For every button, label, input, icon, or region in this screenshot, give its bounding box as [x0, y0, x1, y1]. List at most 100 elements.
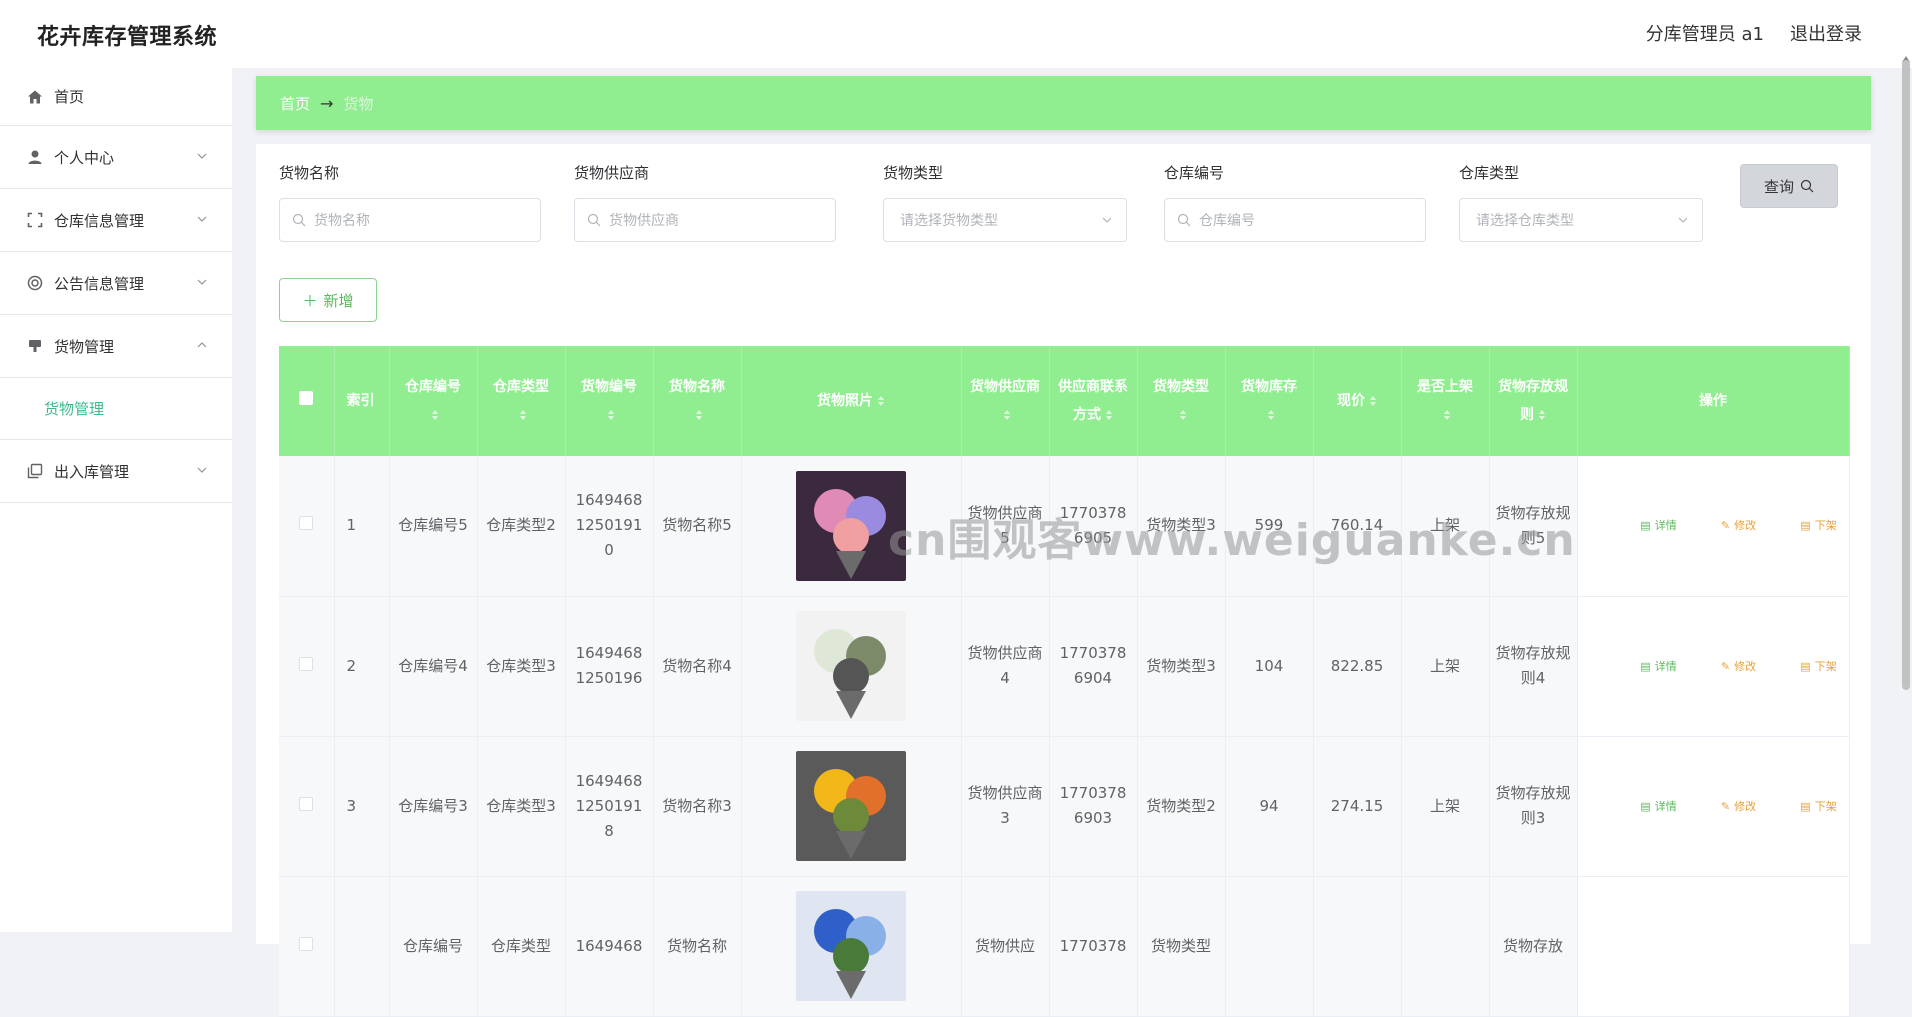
cell-goods-name: 货物名称5: [653, 456, 742, 597]
chevron-down-icon: [1678, 217, 1688, 223]
app-title: 花卉库存管理系统: [37, 25, 218, 50]
cell-goods-photo: [741, 736, 962, 877]
take-off-shelf-button[interactable]: ▤ 下架: [1783, 646, 1843, 686]
flower-bouquet-image[interactable]: [796, 751, 906, 861]
sort-icon: [1444, 410, 1450, 420]
col-header[interactable]: 是否上架: [1401, 346, 1490, 456]
col-header[interactable]: 供应商联系方式: [1049, 346, 1138, 456]
sidebar-item-profile[interactable]: 个人中心: [0, 126, 232, 189]
sort-icon: [1370, 396, 1376, 406]
chevron-down-icon: [197, 153, 207, 159]
scrollbar-thumb[interactable]: [1902, 60, 1910, 690]
cell-goods-no: 16494681250191 8: [565, 736, 654, 877]
input-placeholder: 仓库编号: [1199, 213, 1255, 229]
home-icon: [26, 88, 44, 106]
warehouse-type-select[interactable]: 请选择仓库类型: [1459, 198, 1703, 242]
flower-bouquet-image[interactable]: [796, 470, 906, 581]
shelf-icon: ▤: [1800, 799, 1811, 813]
detail-button[interactable]: ▤ 详情: [1623, 786, 1694, 826]
col-header[interactable]: 货物照片: [741, 346, 962, 456]
field-label: 仓库编号: [1164, 164, 1225, 182]
input-placeholder: 货物名称: [314, 213, 370, 229]
cell-supplier: 货物供应商3: [961, 736, 1050, 877]
row-checkbox[interactable]: [279, 456, 335, 597]
sort-icon: [520, 410, 526, 420]
select-all-checkbox[interactable]: [279, 346, 335, 456]
row-checkbox[interactable]: [279, 596, 335, 737]
sidebar: 首页 个人中心 仓库信息管理 公告信息管理 货物管理 货物管理 出入库管理: [0, 68, 232, 932]
top-bar: 花卉库存管理系统 分库管理员 a1 退出登录: [0, 0, 1912, 68]
cell-phone: 1770378: [1049, 876, 1138, 1017]
search-icon: [1800, 179, 1814, 193]
take-off-shelf-button[interactable]: ▤ 下架: [1783, 786, 1843, 826]
search-field-goods-name: 货物名称 货物名称: [279, 162, 541, 242]
cell-goods-type: 货物类型3: [1137, 456, 1226, 597]
goods-name-input[interactable]: 货物名称: [279, 198, 541, 242]
content-panel: 货物名称 货物名称 货物供应商 货物供应商 货物类型 请选择货物类型 仓库编号: [256, 144, 1871, 1017]
add-button[interactable]: ＋ 新增: [279, 278, 377, 322]
sidebar-item-goods[interactable]: 货物管理: [0, 315, 232, 378]
scan-icon: [26, 211, 44, 229]
goods-icon: [26, 337, 44, 355]
col-header[interactable]: 现价: [1313, 346, 1402, 456]
query-button[interactable]: 查询: [1740, 164, 1838, 208]
sidebar-item-label: 个人中心: [54, 148, 115, 167]
add-label: 新增: [323, 291, 354, 310]
sidebar-item-warehouse[interactable]: 仓库信息管理: [0, 189, 232, 252]
cell-on-shelf: 上架: [1401, 456, 1490, 597]
warehouse-no-input[interactable]: 仓库编号: [1164, 198, 1426, 242]
cell-warehouse-no: 仓库编号5: [389, 456, 478, 597]
cell-supplier: 货物供应商4: [961, 596, 1050, 737]
cell-on-shelf: [1401, 876, 1490, 1017]
detail-button[interactable]: ▤ 详情: [1623, 646, 1694, 686]
row-checkbox[interactable]: [279, 736, 335, 877]
select-placeholder: 请选择货物类型: [900, 213, 998, 229]
sort-icon: [1539, 410, 1545, 420]
flower-bouquet-image[interactable]: [796, 611, 906, 721]
current-user[interactable]: 分库管理员 a1: [1646, 20, 1764, 46]
col-header[interactable]: 仓库编号: [389, 346, 478, 456]
col-header[interactable]: 货物名称: [653, 346, 742, 456]
cell-actions: ▤ 详情 ✎ 修改 ▤ 下架: [1577, 456, 1850, 597]
sidebar-item-label: 公告信息管理: [54, 274, 145, 293]
field-label: 货物供应商: [574, 164, 650, 182]
sidebar-item-label: 出入库管理: [54, 462, 130, 481]
take-off-shelf-button[interactable]: ▤ 下架: [1783, 505, 1843, 546]
search-field-goods-type: 货物类型 请选择货物类型: [883, 162, 1127, 242]
logout-link[interactable]: 退出登录: [1790, 20, 1862, 46]
sort-icon: [1268, 410, 1274, 420]
row-checkbox[interactable]: [279, 876, 335, 1017]
table-row: 仓库编号 仓库类型 1649468 货物名称 货物供应 1770378 货物类型 货物存放: [279, 876, 1850, 1017]
flower-bouquet-image[interactable]: [796, 891, 906, 1001]
breadcrumb-home[interactable]: 首页: [280, 93, 310, 114]
copy-icon: [26, 462, 44, 480]
sidebar-item-home[interactable]: 首页: [0, 68, 232, 126]
help-ring-icon: [26, 274, 44, 292]
cell-goods-photo: [741, 596, 962, 737]
cell-warehouse-type: 仓库类型3: [477, 596, 566, 737]
sort-icon: [1180, 410, 1186, 420]
cell-on-shelf: 上架: [1401, 736, 1490, 877]
cell-goods-photo: [741, 456, 962, 597]
detail-button[interactable]: ▤ 详情: [1623, 505, 1694, 546]
sidebar-subitem-goods-management[interactable]: 货物管理: [0, 378, 232, 440]
col-header[interactable]: 仓库类型: [477, 346, 566, 456]
sidebar-item-notice[interactable]: 公告信息管理: [0, 252, 232, 315]
edit-button[interactable]: ✎ 修改: [1703, 646, 1774, 686]
goods-type-select[interactable]: 请选择货物类型: [883, 198, 1127, 242]
breadcrumb: 首页 → 货物: [256, 76, 1871, 130]
col-header[interactable]: 货物类型: [1137, 346, 1226, 456]
page-scrollbar[interactable]: [1900, 56, 1912, 690]
cell-rule: 货物存放规则5: [1489, 456, 1578, 597]
col-header[interactable]: 货物编号: [565, 346, 654, 456]
col-header[interactable]: 货物库存: [1225, 346, 1314, 456]
cell-index: 3: [334, 736, 390, 877]
sort-icon: [608, 410, 614, 420]
sidebar-item-stock-io[interactable]: 出入库管理: [0, 440, 232, 503]
col-header[interactable]: 货物存放规则: [1489, 346, 1578, 456]
edit-button[interactable]: ✎ 修改: [1703, 786, 1774, 826]
edit-button[interactable]: ✎ 修改: [1703, 505, 1774, 546]
col-header[interactable]: 货物供应商: [961, 346, 1050, 456]
supplier-input[interactable]: 货物供应商: [574, 198, 836, 242]
cell-phone: 17703786903: [1049, 736, 1138, 877]
